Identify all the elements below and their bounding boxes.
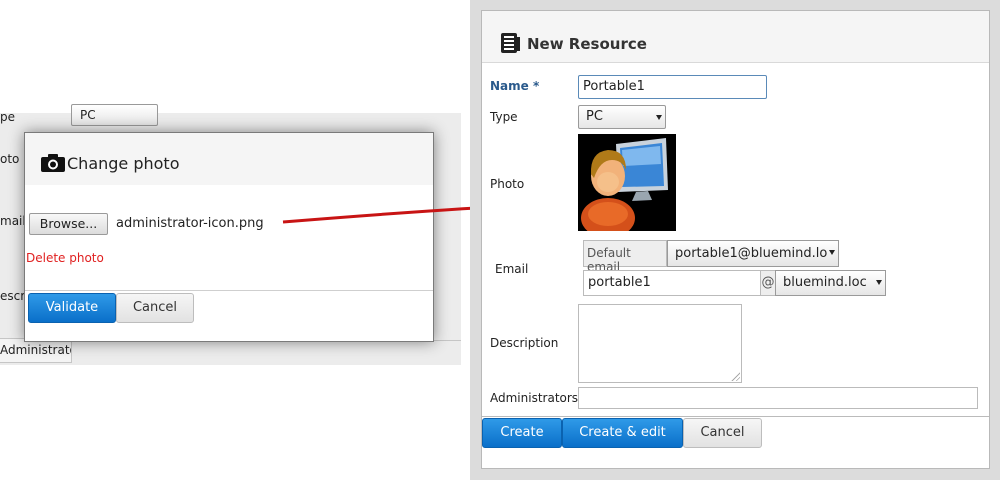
administrators-label: Administrators xyxy=(490,391,579,405)
new-resource-dialog: New Resource Name * Portable1 Type PC Ph… xyxy=(481,10,990,469)
bg-photo-label: oto xyxy=(0,152,20,166)
new-resource-cancel-button[interactable]: Cancel xyxy=(683,418,762,448)
email-local-input[interactable]: portable1 xyxy=(583,270,761,296)
type-select-value: PC xyxy=(586,109,603,124)
new-resource-title: New Resource xyxy=(527,35,647,53)
resource-photo[interactable] xyxy=(578,134,676,231)
change-photo-divider xyxy=(25,290,433,291)
name-label: Name * xyxy=(490,79,540,93)
default-email-value: portable1@bluemind.lo xyxy=(675,246,828,261)
change-photo-header: Change photo xyxy=(25,133,433,185)
bg-email-label: mail xyxy=(0,214,26,228)
administrator-avatar xyxy=(578,134,676,231)
resource-icon xyxy=(501,33,520,53)
email-domain-value: bluemind.loc xyxy=(783,275,867,290)
bg-tab-label: Administrators xyxy=(0,343,71,357)
change-photo-cancel-button[interactable]: Cancel xyxy=(116,293,194,323)
photo-label: Photo xyxy=(490,177,525,191)
name-input[interactable]: Portable1 xyxy=(578,75,767,99)
type-label: Type xyxy=(490,110,518,124)
description-textarea[interactable] xyxy=(578,304,742,383)
create-edit-button[interactable]: Create & edit xyxy=(562,418,683,448)
chevron-down-icon xyxy=(829,250,835,255)
change-photo-dialog: Change photo Browse... administrator-ico… xyxy=(24,132,434,342)
email-label: Email xyxy=(495,262,529,276)
create-button[interactable]: Create xyxy=(482,418,562,448)
new-resource-divider xyxy=(482,416,989,417)
new-resource-header: New Resource xyxy=(482,11,989,63)
new-resource-window: New Resource Name * Portable1 Type PC Ph… xyxy=(470,0,1000,480)
email-at-sign: @ xyxy=(760,270,776,296)
administrators-input[interactable] xyxy=(578,387,978,409)
bg-type-label: pe xyxy=(0,110,15,124)
default-email-label: Default email xyxy=(583,240,667,274)
default-email-select[interactable]: portable1@bluemind.lo xyxy=(667,240,839,267)
bg-type-value: PC xyxy=(80,108,96,122)
change-photo-title: Change photo xyxy=(67,154,180,173)
chevron-down-icon xyxy=(656,115,662,120)
description-label: Description xyxy=(490,336,559,350)
bg-type-select[interactable]: PC xyxy=(71,104,158,126)
chevron-down-icon xyxy=(876,280,882,285)
selected-file-name: administrator-icon.png xyxy=(116,216,264,231)
camera-icon xyxy=(41,154,65,172)
resize-grip-icon[interactable] xyxy=(730,371,740,381)
type-select[interactable]: PC xyxy=(578,105,666,129)
email-domain-select[interactable]: bluemind.loc xyxy=(775,270,886,296)
validate-button[interactable]: Validate xyxy=(28,293,116,323)
browse-button[interactable]: Browse... xyxy=(29,213,108,235)
delete-photo-link[interactable]: Delete photo xyxy=(26,251,104,265)
